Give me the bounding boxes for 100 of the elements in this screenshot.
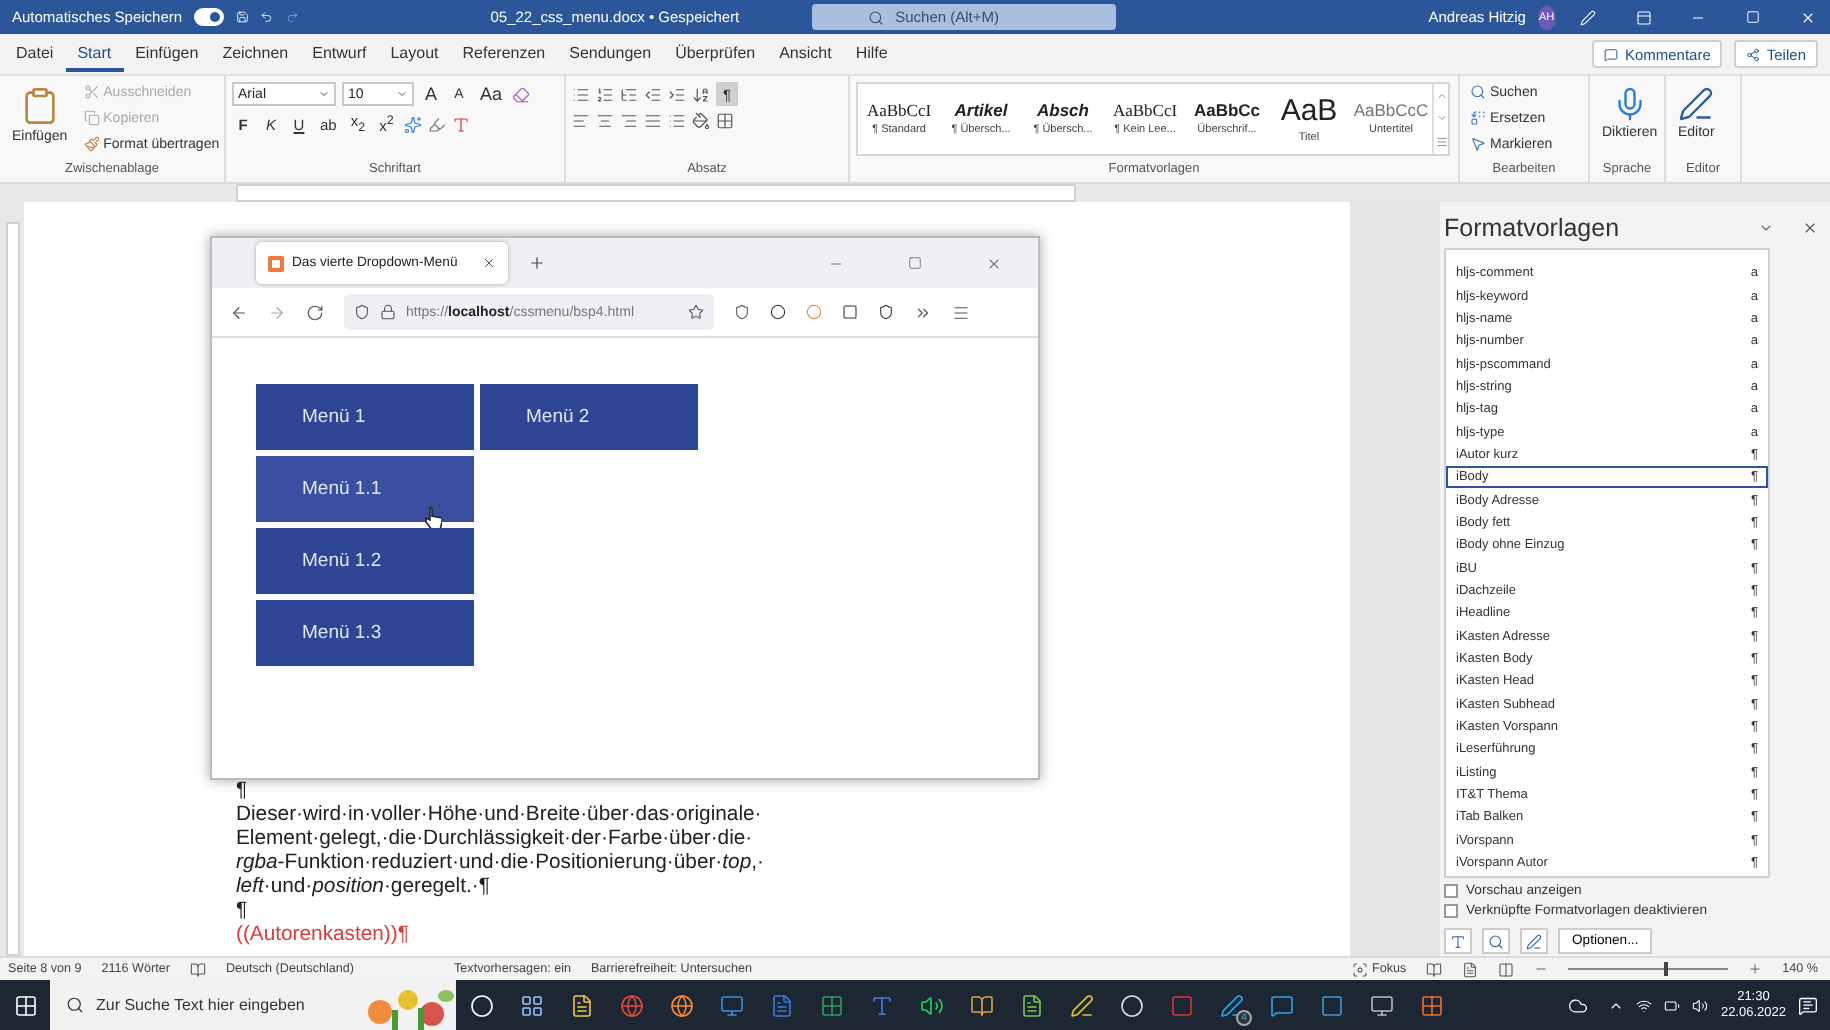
pen-icon[interactable] (1069, 993, 1093, 1017)
search-icon (867, 9, 884, 25)
manage-styles-icon (1526, 933, 1542, 949)
close-icon[interactable] (1802, 220, 1818, 236)
bullet-list-icon[interactable] (572, 85, 590, 103)
placeholder-text: ((Autorenkasten))¶ (236, 924, 411, 948)
paragraph-mark: ¶ (236, 900, 250, 924)
monitor-icon[interactable] (1369, 993, 1393, 1017)
autosave-toggle[interactable] (194, 8, 224, 26)
pointer-icon (1470, 136, 1486, 152)
ribbon-tab[interactable]: Referenzen (450, 37, 558, 71)
style-preview: Artikel (954, 101, 1008, 119)
align-left-icon[interactable] (572, 112, 590, 130)
slider-thumb[interactable] (1664, 962, 1669, 976)
text-line: rgba-Funktion·reduziert·und·die·Positionierung·über·top,· (236, 852, 766, 876)
new-tab-icon[interactable] (528, 254, 546, 272)
multilevel-list-icon[interactable] (620, 85, 638, 103)
change-case-button[interactable]: Aa (476, 82, 507, 106)
share-icon (1746, 47, 1761, 61)
font-color-icon[interactable] (451, 115, 470, 133)
clear-format-icon[interactable] (512, 85, 531, 103)
line-spacing-icon[interactable] (668, 112, 686, 130)
new-style-button[interactable] (1444, 928, 1472, 954)
print-layout-icon[interactable] (1462, 961, 1479, 977)
ribbon-display-icon[interactable] (1635, 9, 1652, 25)
style-preview: Absch (1037, 101, 1089, 119)
site-icon (268, 255, 284, 271)
grow-font-button[interactable]: A (420, 82, 442, 106)
checkbox[interactable] (1444, 884, 1458, 898)
browser-icon[interactable] (619, 993, 643, 1017)
proofing-icon[interactable] (189, 961, 206, 977)
search-placeholder: Zur Suche Text hier eingeben (96, 996, 305, 1014)
manage-styles-button[interactable] (1520, 928, 1548, 954)
highlighter-icon[interactable] (427, 115, 446, 133)
more-styles-icon[interactable] (1435, 136, 1447, 149)
ribbon-tab[interactable]: Sendungen (557, 37, 664, 71)
focus-icon[interactable] (1351, 961, 1368, 977)
reload-icon[interactable] (306, 303, 324, 321)
new-style-icon (1450, 933, 1466, 949)
borders-icon[interactable] (716, 112, 734, 130)
submenu-item[interactable]: Menü 1.1 (256, 456, 474, 522)
start-icon[interactable] (13, 993, 37, 1017)
undo-icon[interactable] (260, 8, 274, 26)
shield-icon (354, 304, 370, 320)
close-icon[interactable] (482, 256, 496, 270)
task-view-icon[interactable] (469, 993, 493, 1017)
web-layout-icon[interactable] (1498, 961, 1515, 977)
word-icon[interactable] (769, 993, 793, 1017)
search-icon (1470, 84, 1486, 100)
ribbon-tab[interactable]: Datei (4, 37, 66, 71)
style-preview: AaBbCcI (866, 101, 932, 119)
dropdown-icon (318, 88, 330, 100)
back-icon[interactable] (230, 303, 248, 321)
notepad-icon[interactable] (1019, 993, 1043, 1017)
save-icon[interactable] (235, 8, 249, 26)
dropdown-icon[interactable] (1758, 220, 1774, 236)
checkbox[interactable] (1444, 904, 1458, 918)
ribbon-tab[interactable]: Zeichnen (210, 37, 301, 71)
style-inspector-button[interactable] (1482, 928, 1510, 954)
network-icon[interactable] (1636, 997, 1653, 1013)
books-icon[interactable] (969, 993, 993, 1017)
submenu-item[interactable]: Menü 1.3 (256, 600, 474, 666)
numbered-list-icon[interactable] (596, 85, 614, 103)
ribbon-tab[interactable]: Hilfe (843, 37, 900, 71)
scissors-icon (83, 84, 100, 100)
notifications-icon[interactable] (1798, 995, 1818, 1015)
menu-button[interactable]: Menü 1 (256, 384, 474, 450)
bookmark-icon[interactable] (688, 304, 704, 320)
close-icon[interactable] (986, 255, 1002, 271)
align-right-icon[interactable] (620, 112, 638, 130)
menu-icon[interactable] (952, 303, 970, 321)
ribbon-tab[interactable]: Entwurf (300, 37, 379, 71)
style-preview: AaBbCcC (1353, 101, 1429, 119)
style-preview: AaBbCcI (1112, 101, 1178, 119)
text-effects-icon[interactable] (403, 115, 422, 133)
indent-icon[interactable] (668, 85, 686, 103)
search-icon (66, 996, 84, 1014)
ribbon-tab[interactable]: Layout (378, 37, 451, 71)
sort-icon[interactable] (692, 85, 710, 103)
read-mode-icon[interactable] (1426, 961, 1443, 977)
submenu-item[interactable]: Menü 1.2 (256, 528, 474, 594)
more-tools-icon[interactable] (914, 303, 932, 321)
justify-icon[interactable] (644, 112, 662, 130)
brush-icon (83, 136, 100, 152)
shading-icon[interactable] (692, 112, 710, 130)
ribbon-tab[interactable]: Überprüfen (663, 37, 768, 71)
volume-icon[interactable] (1692, 997, 1709, 1013)
ribbon-tab[interactable]: Ansicht (767, 37, 844, 71)
battery-icon[interactable] (1664, 997, 1681, 1013)
hand-cursor-icon (424, 506, 442, 530)
pen-icon (1678, 86, 1715, 122)
menu-button[interactable]: Menü 2 (480, 384, 698, 450)
style-preview: AaB (1280, 95, 1338, 125)
cloud-icon[interactable] (1568, 995, 1589, 1015)
pane-title: Formatvorlagen (1444, 214, 1622, 242)
align-center-icon[interactable] (596, 112, 614, 130)
ribbon-tab[interactable]: Einfügen (123, 37, 211, 71)
outdent-icon[interactable] (644, 85, 662, 103)
taskbar-search-field[interactable]: Zur Suche Text hier eingeben (50, 980, 356, 1030)
paragraph-mark: ¶ (236, 780, 250, 804)
